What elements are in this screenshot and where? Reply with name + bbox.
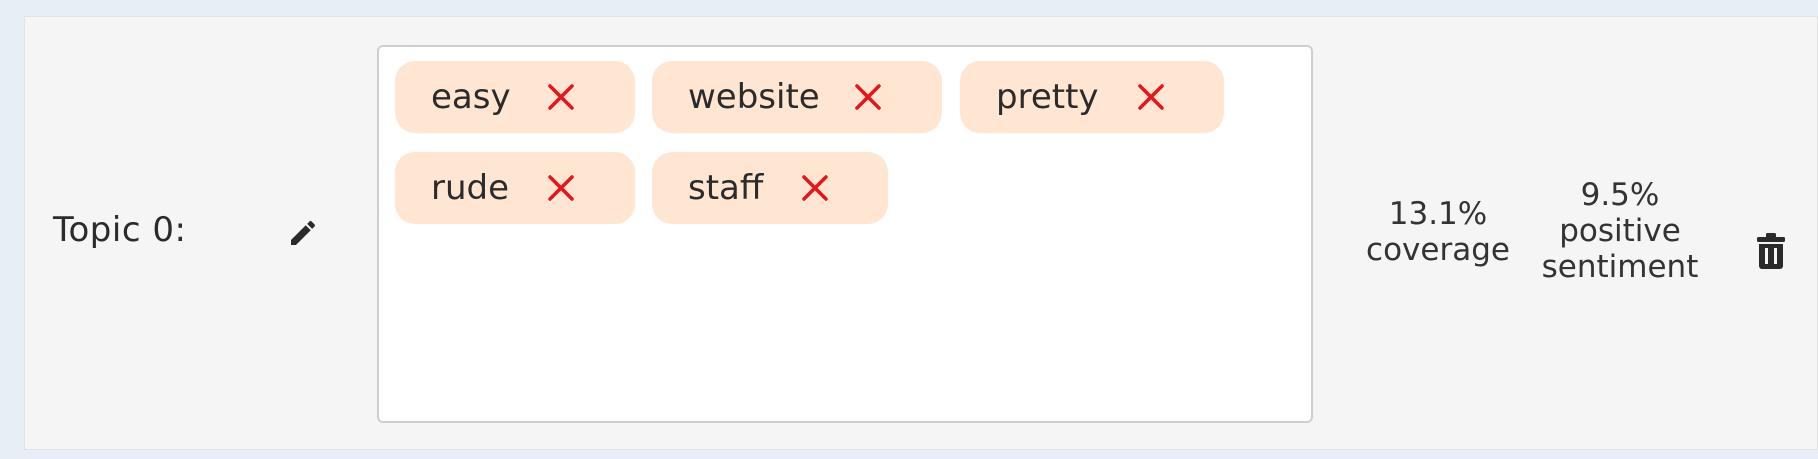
remove-keyword-icon[interactable] xyxy=(1136,82,1166,112)
topic-title: Topic 0: xyxy=(53,210,187,250)
delete-topic-button[interactable] xyxy=(1751,229,1791,273)
pencil-icon xyxy=(291,220,316,245)
sentiment-label-line1: positive xyxy=(1559,213,1681,249)
keyword-chip-label: pretty xyxy=(996,77,1099,117)
keyword-chip-label: website xyxy=(688,77,820,117)
topic-card: Topic 0: easy website pretty rude staff … xyxy=(24,16,1818,450)
keyword-chip: easy xyxy=(395,61,635,133)
keyword-chip-label: rude xyxy=(431,168,510,208)
remove-keyword-icon[interactable] xyxy=(546,82,576,112)
sentiment-stat: 9.5% positive sentiment xyxy=(1530,177,1710,285)
sentiment-value: 9.5% xyxy=(1580,177,1660,213)
remove-keyword-icon[interactable] xyxy=(800,173,830,203)
keyword-chip: pretty xyxy=(960,61,1224,133)
keyword-chip: website xyxy=(652,61,942,133)
trash-icon xyxy=(1757,233,1785,269)
sentiment-label-line2: sentiment xyxy=(1541,249,1699,285)
keyword-chip-label: easy xyxy=(431,77,511,117)
coverage-value: 13.1% xyxy=(1388,196,1488,232)
coverage-stat: 13.1% coverage xyxy=(1348,196,1528,268)
keyword-list[interactable]: easy website pretty rude staff xyxy=(377,45,1313,423)
coverage-label: coverage xyxy=(1366,232,1510,268)
remove-keyword-icon[interactable] xyxy=(853,82,883,112)
remove-keyword-icon[interactable] xyxy=(546,173,576,203)
keyword-chip: rude xyxy=(395,152,635,224)
keyword-chip-label: staff xyxy=(688,168,764,208)
keyword-chip: staff xyxy=(652,152,888,224)
edit-topic-button[interactable] xyxy=(283,213,323,253)
